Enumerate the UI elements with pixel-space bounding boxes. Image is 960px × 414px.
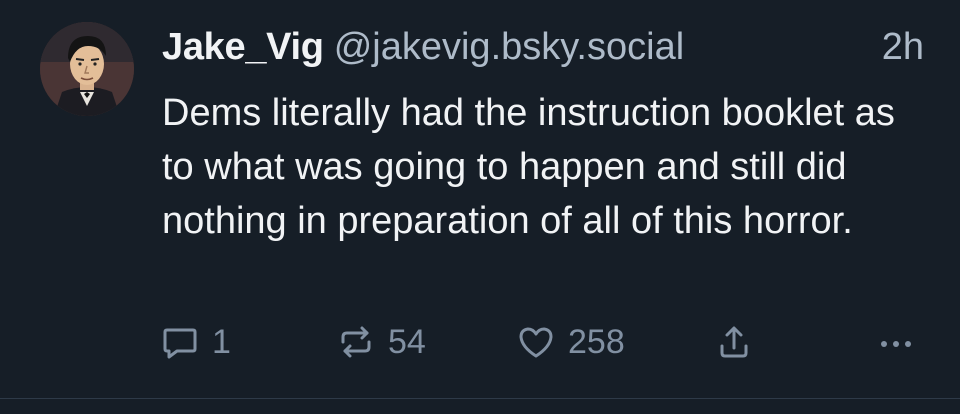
repost-button[interactable]: 54: [336, 320, 426, 364]
avatar[interactable]: [40, 22, 134, 116]
reply-button[interactable]: 1: [160, 320, 231, 364]
cartoon-man-avatar-icon: [40, 22, 134, 116]
like-button[interactable]: 258: [516, 320, 625, 364]
heart-icon: [519, 327, 553, 358]
more-icon: [881, 341, 911, 347]
repost-icon: [341, 326, 371, 358]
post[interactable]: Jake_Vig @jakevig.bsky.social 2h Dems lit…: [0, 0, 960, 398]
post-actions: 1 54 258: [0, 320, 960, 364]
post-header: Jake_Vig @jakevig.bsky.social 2h: [162, 26, 932, 76]
share-icon: [720, 326, 748, 358]
share-button[interactable]: [714, 320, 754, 364]
reply-icon: [163, 328, 197, 359]
post-timestamp[interactable]: 2h: [882, 26, 924, 69]
like-count: 258: [568, 322, 625, 361]
post-text: Dems literally had the instruction bookl…: [162, 92, 895, 242]
author-display-name[interactable]: Jake_Vig: [162, 26, 324, 68]
more-options-button[interactable]: [876, 320, 916, 364]
author-handle[interactable]: @jakevig.bsky.social: [334, 26, 684, 68]
repost-count: 54: [388, 322, 426, 361]
reply-count: 1: [212, 322, 231, 361]
post-divider: [0, 398, 960, 399]
